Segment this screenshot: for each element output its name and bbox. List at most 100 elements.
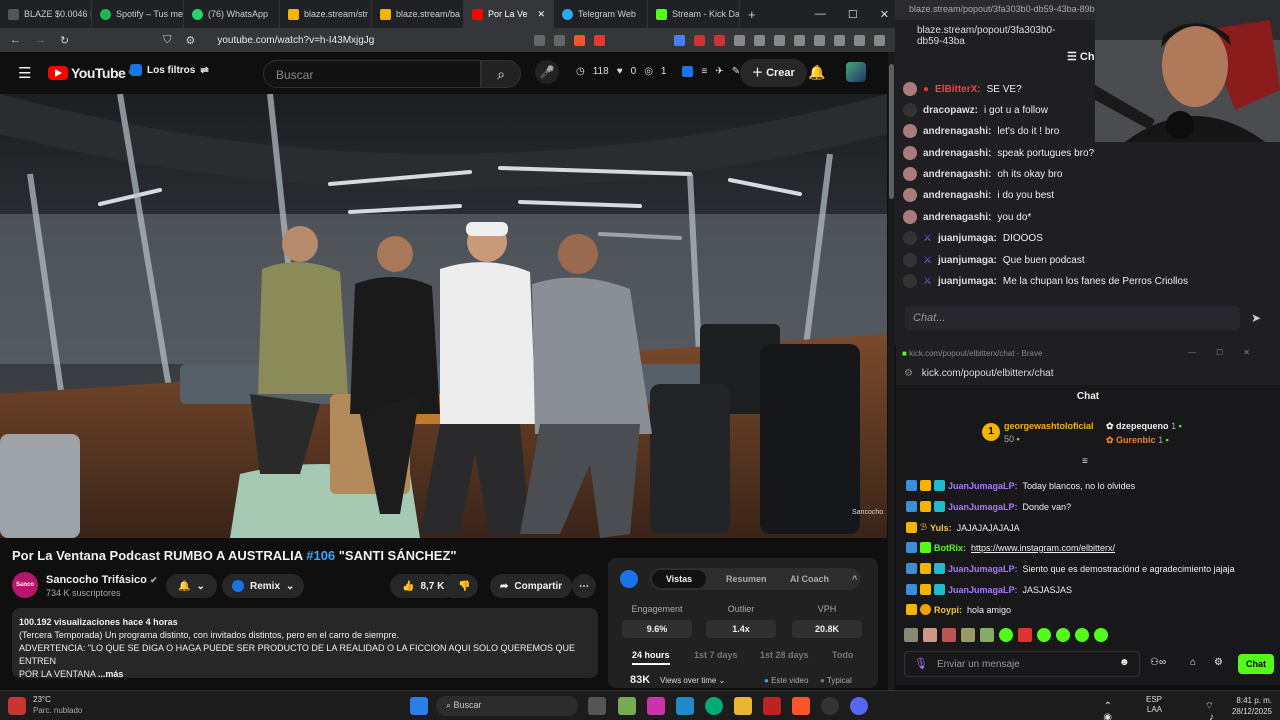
share-icon[interactable] — [554, 34, 565, 46]
blaze-chat-input[interactable]: Chat... — [905, 306, 1240, 330]
more-actions-button[interactable]: ⋯ — [572, 574, 596, 598]
brave-icon[interactable] — [792, 697, 810, 715]
gifter[interactable]: ✿ dzepequeno 1 ▪ — [1106, 421, 1182, 432]
translate-icon[interactable] — [674, 34, 685, 46]
browser-tab-active[interactable]: Por La Ve ✕ — [464, 0, 554, 28]
site-info-icon[interactable]: ⚙ — [185, 34, 195, 47]
views-over-dropdown[interactable]: Views over time ⌄ — [660, 676, 725, 685]
chevron-up-icon[interactable]: ^ — [852, 574, 857, 584]
leo-icon[interactable] — [834, 34, 845, 46]
emote-icon[interactable] — [961, 628, 975, 642]
app-icon[interactable] — [676, 697, 694, 715]
channel-name[interactable]: Sancocho Trifásico ✔ — [46, 574, 157, 586]
range-all[interactable]: Todo — [832, 650, 853, 660]
hamburger-menu-icon[interactable]: ☰ — [18, 64, 31, 82]
range-28d[interactable]: 1st 28 days — [760, 650, 809, 660]
close-tab-icon[interactable]: ✕ — [537, 9, 545, 20]
emote-icon[interactable] — [942, 628, 956, 642]
mic-icon[interactable]: 🎙 — [914, 657, 928, 670]
instagram-link[interactable]: https://www.instagram.com/elbitterx/ — [971, 543, 1115, 553]
list-icon[interactable]: ≡ — [701, 66, 707, 77]
kick-message-input[interactable]: Enviar un mensaje — [904, 651, 1140, 677]
youtube-logo[interactable]: YouTube CO — [48, 65, 137, 81]
avatar[interactable] — [846, 62, 866, 82]
rocket-icon[interactable]: ✈ — [715, 66, 723, 77]
kick-send-button[interactable]: Chat — [1238, 654, 1274, 674]
emote-icon[interactable] — [923, 628, 937, 642]
browser-tab[interactable]: BLAZE $0.0046 I — [0, 0, 92, 28]
window-controls[interactable]: —☐✕ — [1188, 348, 1270, 357]
filters-button[interactable]: Los filtros ⇌ — [130, 64, 209, 76]
share-button[interactable]: ➦ Compartir — [490, 574, 573, 598]
edit-icon[interactable]: ✎ — [732, 66, 740, 77]
video-player[interactable]: Sancocho — [0, 94, 887, 538]
emote-icon[interactable] — [1094, 628, 1108, 642]
range-7d[interactable]: 1st 7 days — [694, 650, 738, 660]
range-24h[interactable]: 24 hours — [632, 650, 670, 665]
show-more-link[interactable]: ...más — [98, 669, 124, 679]
network-volume-icon[interactable]: ⌔ ♪ ▭ — [1205, 701, 1214, 720]
users-icon[interactable]: ⚇∞ — [1150, 657, 1166, 668]
brave-rewards-icon[interactable] — [594, 34, 605, 46]
channel-avatar[interactable]: Sanco — [12, 572, 38, 598]
like-button[interactable]: 👍 8,7 K — [390, 574, 457, 598]
sidebar-icon[interactable] — [794, 34, 805, 46]
browser-tab[interactable]: Stream - Kick Da — [648, 0, 740, 28]
menu-icon[interactable] — [874, 34, 885, 46]
tab-resumen[interactable]: Resumen — [726, 574, 767, 584]
minimize-icon[interactable]: — — [815, 8, 826, 20]
subscribe-bell-button[interactable]: 🔔 ⌄ — [166, 574, 217, 598]
gifter[interactable]: ✿ Gurenbic 1 ▪ — [1106, 435, 1169, 446]
vidiq-icon[interactable] — [682, 66, 694, 77]
settings-icon[interactable]: ⚙ — [1214, 657, 1223, 668]
mic-icon[interactable]: 🎤 — [535, 60, 559, 84]
extension-icon[interactable] — [714, 34, 725, 46]
send-icon[interactable]: ➤ — [1251, 311, 1261, 325]
close-window-icon[interactable]: ✕ — [880, 8, 889, 21]
browser-tab[interactable]: blaze.stream/ba — [372, 0, 464, 28]
back-icon[interactable]: ← — [10, 34, 21, 46]
emote-icon[interactable] — [1075, 628, 1089, 642]
windows-start-icon[interactable] — [410, 697, 428, 715]
url-field[interactable]: youtube.com/watch?v=h-I43MxjgJg — [209, 31, 520, 49]
task-view-icon[interactable] — [588, 697, 606, 715]
file-explorer-icon[interactable] — [734, 697, 752, 715]
browser-tab[interactable]: Spotify – Tus me — [92, 0, 184, 28]
clock[interactable]: 8:41 p. m. 28/12/2025 — [1232, 695, 1272, 717]
scrollbar-thumb[interactable] — [889, 64, 894, 199]
taskbar-search[interactable]: ⌕ Buscar — [436, 696, 578, 716]
forward-icon[interactable]: → — [35, 34, 46, 46]
puzzle-icon[interactable] — [734, 34, 745, 46]
dislike-button[interactable]: 👎 — [450, 574, 479, 598]
discord-icon[interactable] — [850, 697, 868, 715]
app-icon[interactable] — [763, 697, 781, 715]
notifications-icon[interactable]: 🔔 — [808, 64, 825, 81]
weather-icon[interactable] — [8, 697, 26, 715]
tab-vistas[interactable]: Vistas — [652, 570, 706, 588]
vpn-icon[interactable] — [854, 34, 865, 46]
browser-tab[interactable]: Telegram Web — [554, 0, 648, 28]
language-indicator[interactable]: ESP LAA — [1146, 695, 1162, 715]
maximize-icon[interactable]: ☐ — [848, 8, 858, 21]
search-input[interactable]: Buscar — [263, 60, 481, 88]
video-description[interactable]: 100.192 visualizaciones hace 4 horas (Te… — [12, 608, 598, 679]
top-gifter-name[interactable]: georgewashtoloficial — [1004, 421, 1094, 431]
tray-icons[interactable]: ⌃ ◉ ☁ ▮ — [1102, 701, 1112, 720]
create-button[interactable]: ＋ Crear — [740, 59, 807, 87]
emote-icon[interactable] — [1018, 628, 1032, 642]
remix-button[interactable]: Remix ⌄ — [222, 574, 305, 598]
site-info-icon[interactable]: ⚙ — [904, 368, 913, 379]
browser-tab[interactable]: (76) WhatsApp — [184, 0, 280, 28]
search-icon[interactable]: ⌕ — [481, 60, 521, 88]
new-tab-icon[interactable]: + — [748, 7, 756, 22]
wallet-icon[interactable] — [814, 34, 825, 46]
emote-icon[interactable] — [980, 628, 994, 642]
music-icon[interactable] — [774, 34, 785, 46]
reload-icon[interactable]: ↻ — [60, 34, 69, 47]
brave-shield-icon[interactable] — [574, 34, 585, 46]
bookmark-icon[interactable]: ⛉ — [163, 34, 171, 47]
edge-icon[interactable] — [705, 697, 723, 715]
app-icon[interactable] — [618, 697, 636, 715]
video-title-hashtag[interactable]: #106 — [306, 548, 335, 563]
emoji-icon[interactable]: ☻ — [1119, 657, 1130, 668]
